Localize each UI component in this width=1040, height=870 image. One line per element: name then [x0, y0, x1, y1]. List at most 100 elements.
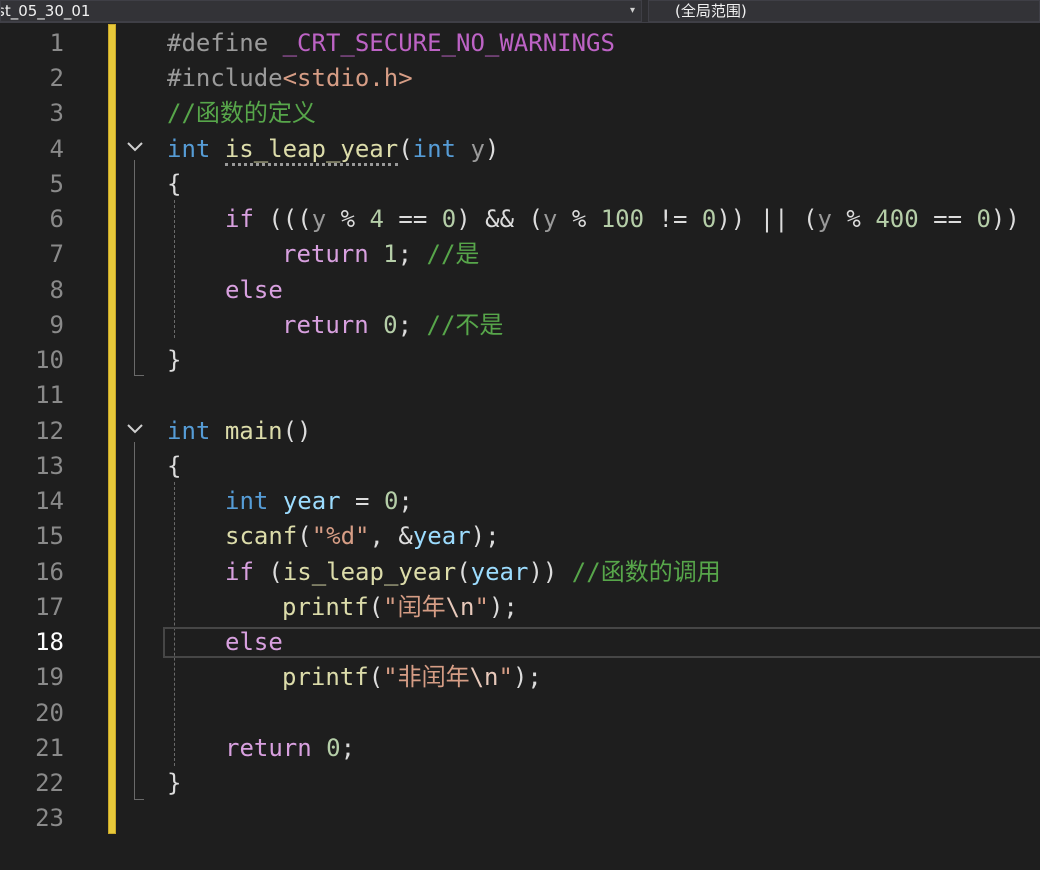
line-number: 1 — [49, 29, 64, 57]
brace: { — [167, 452, 182, 480]
code-editor[interactable]: 1 2 3 4 5 6 7 8 9 10 11 12 13 14 15 16 1… — [0, 22, 1040, 870]
line-number: 17 — [35, 593, 64, 621]
number: 1 — [383, 240, 398, 268]
file-scope-label: st_05_30_01 — [0, 2, 91, 20]
parameter: y — [311, 205, 327, 233]
punctuation: ( — [456, 558, 471, 586]
fold-chevron-down-icon[interactable] — [124, 136, 146, 158]
comment: //函数的调用 — [557, 558, 721, 586]
line-number: 3 — [49, 99, 64, 127]
code-line-16: if (is_leap_year(year)) //函数的调用 — [225, 555, 721, 590]
punctuation: ( — [368, 663, 384, 691]
code-line-15: scanf("%d", &year); — [225, 519, 500, 554]
brace: } — [167, 346, 182, 374]
punctuation: ) — [484, 135, 500, 163]
punctuation: ; — [397, 240, 413, 268]
parameter: y — [542, 205, 558, 233]
operator: % — [557, 205, 601, 233]
operator: % — [831, 205, 876, 233]
line-number: 23 — [35, 804, 64, 832]
indent-guide — [174, 200, 175, 338]
line-number: 8 — [49, 276, 64, 304]
code-line-18: else — [225, 625, 283, 660]
punctuation: ( — [297, 522, 312, 550]
keyword: int — [167, 135, 211, 163]
escape-sequence: \n — [469, 663, 499, 691]
punctuation: ); — [512, 663, 542, 691]
line-number: 19 — [35, 663, 64, 691]
parameter: y — [817, 205, 832, 233]
indent-guide — [174, 482, 175, 766]
comment: //是 — [412, 240, 480, 268]
global-scope-dropdown[interactable]: (全局范围) — [648, 0, 1040, 22]
include-file: <stdio.h> — [282, 64, 413, 92]
function-name: printf — [282, 663, 369, 691]
escape-sequence: \n — [445, 593, 475, 621]
line-number: 12 — [35, 417, 64, 445]
navigation-bar: st_05_30_01 ▾ (全局范围) — [0, 0, 1040, 23]
code-line-13: { — [167, 449, 181, 484]
file-scope-dropdown[interactable]: st_05_30_01 ▾ — [0, 0, 642, 22]
control-keyword: return — [282, 311, 369, 339]
punctuation: ( — [253, 558, 283, 586]
line-number: 4 — [49, 135, 64, 163]
string-literal: "%d" — [311, 522, 370, 550]
line-number: 2 — [49, 64, 64, 92]
code-line-17: printf("闰年\n"); — [282, 590, 518, 625]
control-keyword: else — [225, 276, 283, 304]
preprocessor-directive: #define — [167, 29, 269, 57]
control-keyword: return — [225, 734, 312, 762]
punctuation: ; — [398, 487, 413, 515]
function-name: main — [224, 417, 283, 445]
string-literal: " — [474, 593, 489, 621]
string-literal: "闰年 — [383, 593, 446, 621]
current-line-highlight — [163, 627, 1040, 658]
operator: ) && ( — [456, 205, 543, 233]
variable: year — [470, 558, 529, 586]
control-keyword: return — [282, 240, 369, 268]
function-name: is_leap_year — [224, 135, 399, 166]
code-line-22: } — [167, 766, 181, 801]
line-number: 20 — [35, 699, 64, 727]
operator: == — [383, 205, 442, 233]
control-keyword: if — [225, 205, 254, 233]
code-line-2: #include<stdio.h> — [167, 61, 413, 96]
operator: != — [644, 205, 702, 233]
punctuation: )) — [990, 205, 1020, 233]
code-line-9: return 0; //不是 — [282, 308, 503, 343]
operator: = — [340, 487, 384, 515]
line-number: 22 — [35, 769, 64, 797]
line-number: 6 — [49, 205, 64, 233]
punctuation: ); — [488, 593, 518, 621]
code-line-7: return 1; //是 — [282, 237, 479, 272]
macro-name: _CRT_SECURE_NO_WARNINGS — [282, 29, 615, 57]
fold-chevron-down-icon[interactable] — [124, 418, 146, 440]
number: 0 — [976, 205, 991, 233]
line-number: 10 — [35, 346, 64, 374]
number: 0 — [701, 205, 717, 233]
function-name: printf — [282, 593, 369, 621]
punctuation: ); — [470, 522, 500, 550]
code-line-3: //函数的定义 — [167, 96, 316, 131]
comment: //不是 — [412, 311, 504, 339]
line-number: 11 — [35, 381, 64, 409]
punctuation: ((( — [253, 205, 312, 233]
keyword: int — [167, 417, 211, 445]
variable: year — [282, 487, 341, 515]
operator: == — [918, 205, 977, 233]
code-line-8: else — [225, 273, 283, 308]
chevron-down-icon[interactable]: ▾ — [630, 1, 635, 21]
line-number: 21 — [35, 734, 64, 762]
comment: //函数的定义 — [167, 99, 316, 127]
control-keyword: if — [225, 558, 254, 586]
operator: )) || ( — [716, 205, 818, 233]
code-line-6: if (((y % 4 == 0) && (y % 100 != 0)) || … — [225, 202, 1020, 237]
operator: % — [326, 205, 370, 233]
number: 400 — [875, 205, 919, 233]
line-number: 7 — [49, 240, 64, 268]
